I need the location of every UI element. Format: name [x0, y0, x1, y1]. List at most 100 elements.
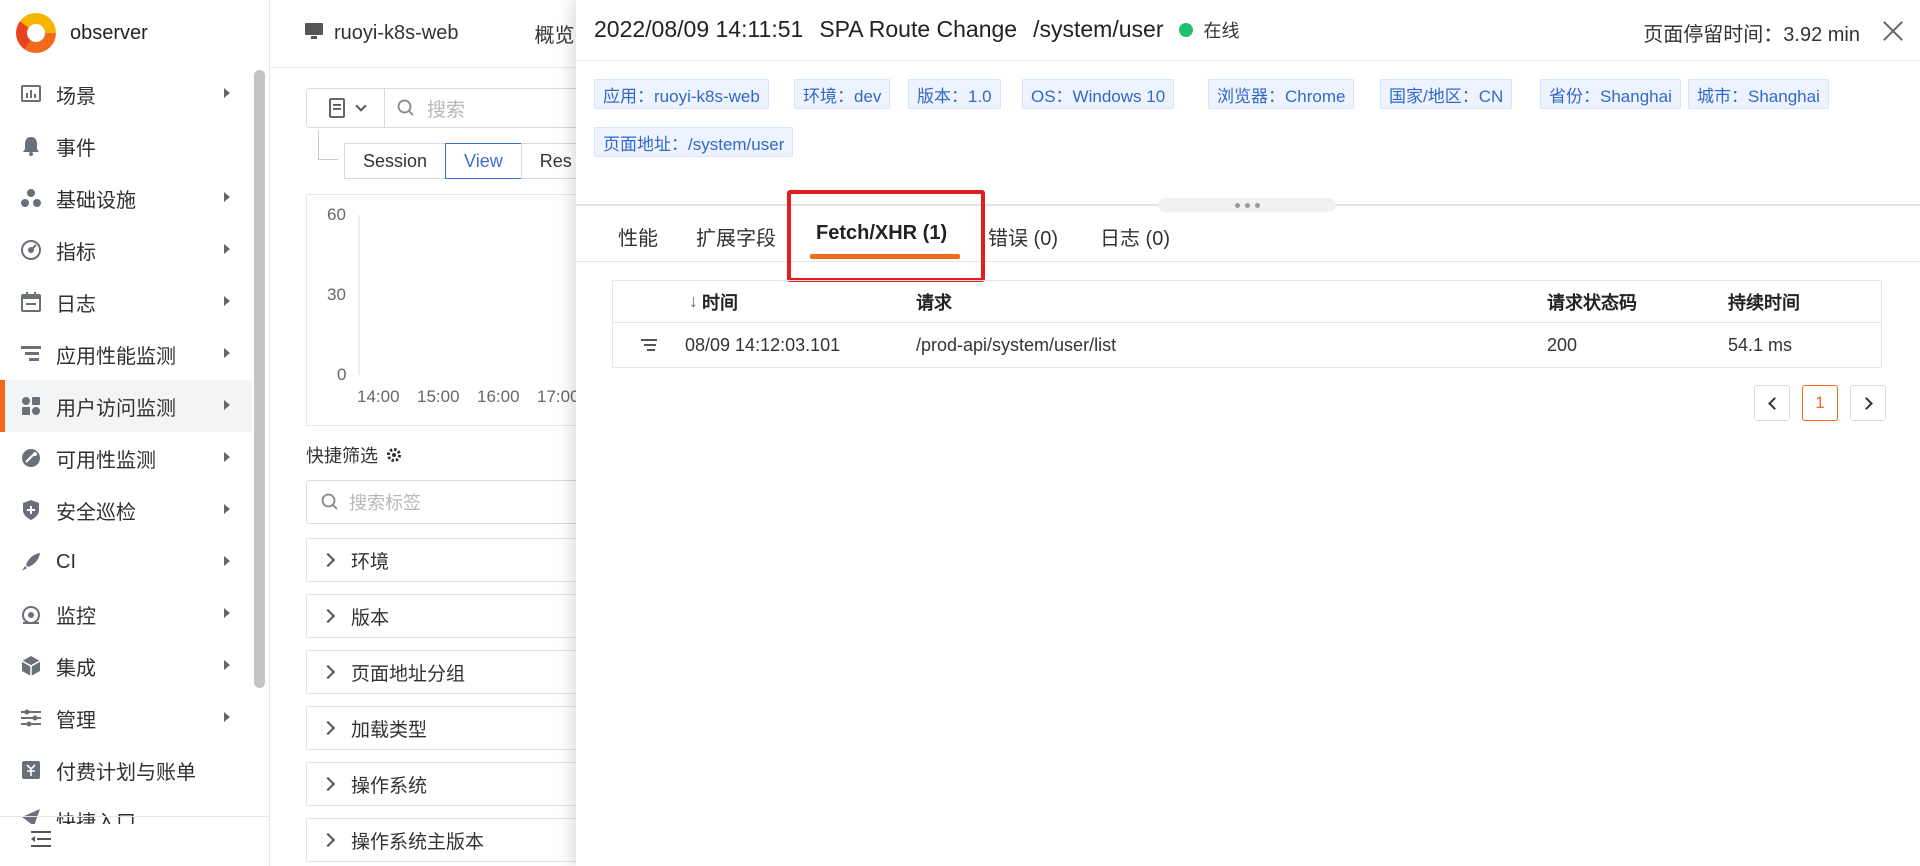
x-tick-label: 15:00	[417, 387, 460, 406]
tag-country[interactable]: 国家/地区：CN	[1380, 79, 1513, 109]
facet-label: 操作系统	[351, 775, 428, 797]
tag-city[interactable]: 城市：Shanghai	[1688, 79, 1829, 109]
tab-extended-fields[interactable]: 扩展字段	[696, 222, 776, 251]
status-dot-icon	[1179, 22, 1194, 37]
event-timestamp: 2022/08/09 14:11:51	[594, 16, 804, 42]
gear-icon[interactable]	[386, 447, 402, 463]
caret-right-icon	[224, 244, 230, 254]
tag-province[interactable]: 省份：Shanghai	[1540, 79, 1681, 109]
caret-right-icon	[224, 660, 230, 670]
tag-env[interactable]: 环境：dev	[794, 79, 891, 109]
caret-right-icon	[224, 296, 230, 306]
sidebar-item-ci[interactable]: CI	[0, 536, 252, 588]
monitor-screen-icon	[304, 21, 324, 47]
column-duration[interactable]: 持续时间	[1728, 281, 1800, 322]
prev-page-button[interactable]	[1754, 385, 1790, 421]
brand[interactable]: observer	[0, 0, 269, 66]
facet-label: 环境	[351, 551, 390, 573]
chevron-right-icon	[320, 552, 336, 568]
x-tick-label: 16:00	[477, 387, 520, 406]
sidebar-item-events[interactable]: 事件	[0, 120, 252, 172]
page-path: /system/user	[1033, 16, 1164, 42]
search-icon	[397, 99, 414, 116]
chevron-right-icon	[320, 664, 336, 680]
sidebar-item-label: 指标	[56, 241, 96, 264]
sidebar-footer	[0, 816, 270, 866]
tab-fetch-xhr[interactable]: Fetch/XHR (1)	[816, 222, 947, 245]
caret-right-icon	[224, 556, 230, 566]
sidebar-item-infrastructure[interactable]: 基础设施	[0, 172, 252, 224]
tab-errors[interactable]: 错误 (0)	[988, 222, 1058, 251]
caret-right-icon	[224, 192, 230, 202]
quick-filter-label: 快捷筛选	[306, 446, 378, 466]
quick-filter: 快捷筛选	[306, 442, 402, 468]
sidebar-item-apm[interactable]: 应用性能监测	[0, 328, 252, 380]
sidebar-item-label: 应用性能监测	[56, 345, 176, 368]
tag-app[interactable]: 应用：ruoyi-k8s-web	[594, 79, 769, 109]
search-input[interactable]: 搜索	[427, 95, 465, 122]
tab-view[interactable]: View	[445, 143, 522, 179]
tab-logs[interactable]: 日志 (0)	[1100, 222, 1170, 251]
bell-icon	[20, 135, 42, 157]
facet-label: 页面地址分组	[351, 663, 466, 685]
facet-label: 加载类型	[351, 719, 428, 741]
column-time[interactable]: ↓ 时间	[689, 281, 738, 322]
drawer-title: 2022/08/09 14:11:51 SPA Route Change /sy…	[594, 16, 1239, 43]
column-request[interactable]: 请求	[916, 281, 952, 322]
sidebar-item-scenes[interactable]: 场景	[0, 68, 252, 120]
page-number-button[interactable]: 1	[1802, 385, 1838, 421]
rocket-icon	[20, 551, 42, 573]
tag-os[interactable]: OS：Windows 10	[1022, 79, 1175, 109]
tab-performance[interactable]: 性能	[618, 222, 658, 251]
monitor-icon	[20, 603, 42, 625]
tag-version[interactable]: 版本：1.0	[908, 79, 1001, 109]
sidebar-nav: 场景 事件 基础设施 指标 日志 应用性能监测 用户访问监测 可用性监测 安全巡…	[0, 68, 252, 824]
apm-icon	[20, 343, 42, 365]
y-tick-label: 30	[327, 285, 346, 304]
sort-arrow-icon: ↓	[689, 291, 698, 311]
query-type-select[interactable]	[307, 89, 385, 127]
sidebar-item-label: 付费计划与账单	[56, 761, 196, 784]
sidebar-item-monitor[interactable]: 监控	[0, 588, 252, 640]
cell-duration: 54.1 ms	[1728, 334, 1793, 355]
cell-time: 08/09 14:12:03.101	[685, 334, 841, 355]
column-status-code[interactable]: 请求状态码	[1547, 281, 1637, 322]
app-name[interactable]: ruoyi-k8s-web	[334, 22, 458, 45]
dashboard-icon	[20, 83, 42, 105]
y-tick-label: 60	[327, 205, 346, 224]
tab-session[interactable]: Session	[344, 143, 447, 179]
sidebar-item-billing[interactable]: 付费计划与账单	[0, 744, 252, 796]
caret-right-icon	[224, 712, 230, 722]
sidebar-item-integration[interactable]: 集成	[0, 640, 252, 692]
caret-right-icon	[224, 348, 230, 358]
chevron-right-icon	[320, 608, 336, 624]
sidebar-scrollbar[interactable]	[254, 70, 265, 688]
sidebar-item-rum[interactable]: 用户访问监测	[0, 380, 252, 432]
sidebar-item-dialtesting[interactable]: 可用性监测	[0, 432, 252, 484]
sidebar-item-security[interactable]: 安全巡检	[0, 484, 252, 536]
rum-icon	[20, 395, 42, 417]
dwell-time: 页面停留时间：3.92 min	[1643, 24, 1860, 46]
waterfall-icon[interactable]	[641, 323, 657, 367]
sidebar-item-logs[interactable]: 日志	[0, 276, 252, 328]
table-row[interactable]: 08/09 14:12:03.101 /prod-api/system/user…	[613, 323, 1881, 367]
tab-overview[interactable]: 概览	[534, 19, 574, 48]
settings-icon	[20, 707, 42, 729]
divider	[576, 60, 1920, 61]
document-icon	[328, 98, 345, 118]
chevron-down-icon	[354, 100, 367, 112]
tag-page-url[interactable]: 页面地址：/system/user	[594, 127, 794, 157]
sidebar-item-label: 监控	[56, 605, 96, 628]
cell-request: /prod-api/system/user/list	[916, 334, 1117, 355]
sidebar-item-management[interactable]: 管理	[0, 692, 252, 744]
caret-right-icon	[224, 608, 230, 618]
sidebar-item-label: 日志	[56, 293, 96, 316]
sidebar-item-metrics[interactable]: 指标	[0, 224, 252, 276]
sidebar-item-label: 场景	[56, 85, 96, 108]
tag-search-placeholder: 搜索标签	[349, 493, 421, 513]
tag-browser[interactable]: 浏览器：Chrome	[1208, 79, 1355, 109]
next-page-button[interactable]	[1850, 385, 1886, 421]
resize-grip-icon[interactable]	[1158, 198, 1336, 212]
collapse-menu-icon[interactable]	[30, 829, 54, 855]
close-icon[interactable]	[1880, 18, 1906, 44]
